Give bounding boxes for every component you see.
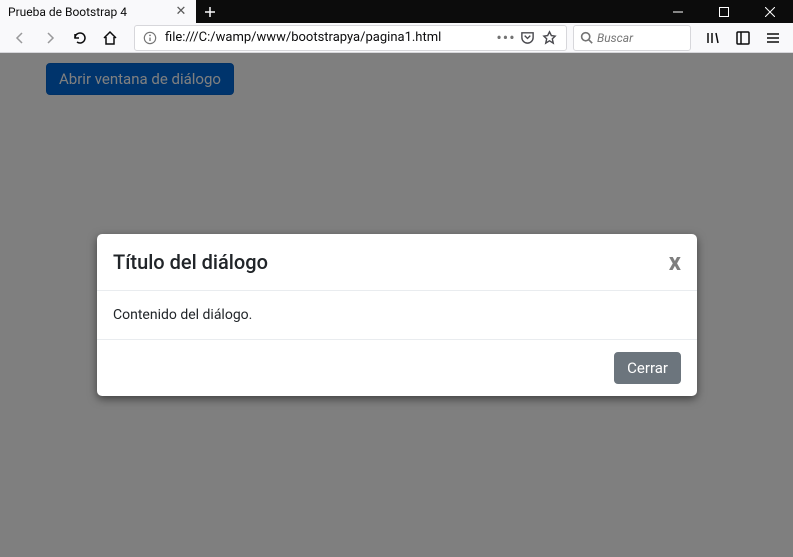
reload-button[interactable] (66, 25, 94, 51)
url-input[interactable] (165, 30, 496, 45)
close-window-button[interactable] (747, 0, 793, 23)
home-button[interactable] (96, 25, 124, 51)
page-viewport: Abrir ventana de diálogo Título del diál… (0, 53, 793, 557)
pocket-icon[interactable] (516, 30, 538, 45)
tab-strip: Prueba de Bootstrap 4 ✕ (0, 0, 655, 23)
close-tab-icon[interactable]: ✕ (174, 5, 188, 19)
hamburger-menu-icon[interactable] (759, 25, 787, 51)
back-button[interactable] (6, 25, 34, 51)
forward-button[interactable] (36, 25, 64, 51)
window-controls (655, 0, 793, 23)
toolbar: ••• (0, 23, 793, 53)
modal-dialog: Título del diálogo x Contenido del diálo… (97, 234, 697, 396)
url-bar[interactable]: ••• (134, 25, 567, 51)
library-icon[interactable] (699, 25, 727, 51)
modal-title: Título del diálogo (113, 250, 268, 274)
page-actions-icon[interactable]: ••• (496, 28, 516, 47)
maximize-button[interactable] (701, 0, 747, 23)
new-tab-button[interactable] (196, 0, 224, 23)
modal-footer: Cerrar (97, 339, 697, 396)
sidebar-icon[interactable] (729, 25, 757, 51)
minimize-button[interactable] (655, 0, 701, 23)
modal-close-button[interactable]: Cerrar (614, 352, 681, 384)
bookmark-star-icon[interactable] (538, 30, 560, 45)
browser-tab[interactable]: Prueba de Bootstrap 4 ✕ (0, 0, 196, 23)
modal-header: Título del diálogo x (97, 234, 697, 291)
search-input[interactable] (597, 31, 684, 45)
tab-title: Prueba de Bootstrap 4 (8, 5, 174, 19)
titlebar: Prueba de Bootstrap 4 ✕ (0, 0, 793, 23)
modal-body: Contenido del diálogo. (97, 291, 697, 339)
search-bar[interactable] (573, 25, 691, 51)
site-info-icon[interactable] (141, 29, 159, 47)
modal-close-x-button[interactable]: x (669, 250, 681, 274)
